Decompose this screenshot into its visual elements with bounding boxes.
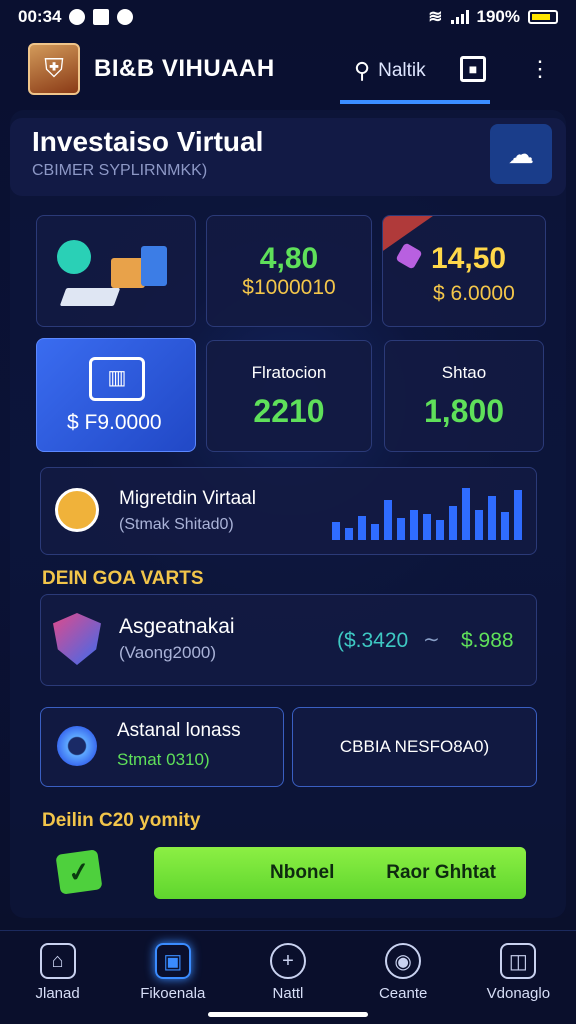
nav-label: Ceante [378,985,428,1002]
app-title: BI&B VIHUAAH [94,55,275,82]
app-header: ⛨ BI&B VIHUAAH ⚲ Naltik ■ ⋮ [0,34,576,104]
asset-row[interactable]: Asgeatnakai (Vaong2000) ($.3420 ∼ $.988 [40,594,537,686]
lens-icon [57,726,97,766]
bottom-nav: ⌂ Jlanad ▣ Fikoenala + Nattl ◉ Ceante ◫ … [0,930,576,1024]
battery-percent: 190% [476,7,520,26]
stat-value: 1,800 [423,392,505,429]
asset-title: Asgeatnakai [119,615,235,638]
nav-item-home[interactable]: ⌂ Jlanad [8,943,108,1002]
stat-value: 2210 [253,392,325,429]
balance-card[interactable]: ▥ $ F9.0000 [36,338,196,452]
search-icon: ⚲ [354,58,371,83]
stat-card-3[interactable]: Flratocion 2210 [206,340,372,452]
section-title: DEIN GOA VARTS [42,568,204,589]
coin-icon [55,488,99,532]
mini-bar-chart [332,470,522,540]
info-card[interactable]: CBBIA NESFO8A0) [292,707,537,787]
stat-value: 4,80 [259,242,319,275]
portfolio-icon: ▣ [154,943,191,979]
wifi-icon: ≋ [428,7,443,26]
nav-label: Fikoenala [140,985,206,1002]
bank-icon: ▥ [89,357,145,401]
promo-card[interactable]: Migretdin Virtaal (Stmak Shitad0) [40,467,537,555]
clock: 00:34 [18,7,62,26]
more-icon[interactable]: ⋮ [527,56,553,82]
nav-item-add[interactable]: + Nattl [238,943,338,1002]
nav-label: Nattl [272,985,304,1002]
status-bar: 00:34 ≋ 190% [0,0,576,34]
action-button[interactable]: Nbonel Raor Ghhtat [154,847,526,899]
scan-card[interactable]: Astanal lonass Stmat 0310) [40,707,284,787]
home-icon: ⌂ [39,943,76,979]
nav-item-portfolio[interactable]: ▣ Fikoenala [123,943,223,1002]
asset-to: $.988 [461,629,514,652]
battery-icon [528,10,558,24]
box-icon [111,258,145,288]
user-icon: ☁ [508,138,534,169]
stat-sub: $ 6.0000 [433,282,515,305]
nav-item-wallet[interactable]: ◫ Vdonaglo [468,943,568,1002]
action-label-right: Raor Ghhtat [386,862,496,883]
asset-from: ($.3420 [337,629,409,652]
action-label-left: Nbonel [270,862,335,883]
window-icon[interactable]: ■ [460,56,486,82]
stat-title: Shtao [441,362,487,382]
stat-card-2[interactable]: 14,50 $ 6.0000 [382,215,546,327]
promo-title: Migretdin Virtaal [119,488,256,509]
home-indicator[interactable] [208,1012,368,1017]
signal-icon [450,10,469,24]
balance-value: $ F9.0000 [67,411,162,434]
media-icon [117,9,134,25]
add-icon: + [269,943,306,979]
card-icon [59,288,121,306]
hero-banner: Investaiso Virtual CBIMER SYPLIRNMKK) ☁ [10,118,566,196]
wave-icon: ∼ [423,629,440,651]
section-title: Deilin C20 yomity [42,810,201,831]
location-icon [69,9,86,25]
page-subtitle: CBIMER SYPLIRNMKK) [32,162,208,179]
scan-title: Astanal lonass [117,720,241,741]
app-logo[interactable]: ⛨ [28,43,80,95]
asset-subtitle: (Vaong2000) [119,643,217,662]
page-title: Investaiso Virtual [32,126,264,157]
stat-title: Flratocion [251,362,327,382]
nav-label: Vdonaglo [486,985,551,1002]
target-icon: ◉ [385,943,422,979]
mail-icon [93,9,110,25]
stat-card-4[interactable]: Shtao 1,800 [384,340,544,452]
nav-item-target[interactable]: ◉ Ceante [353,943,453,1002]
exchange-icon [57,240,91,274]
scan-subtitle: Stmat 0310) [117,750,210,769]
shield-icon [53,613,101,665]
nav-label: Jlanad [35,985,80,1002]
stat-card-1[interactable]: 4,80 $1000010 [206,215,372,327]
illustration-card[interactable] [36,215,196,327]
profile-button[interactable]: ☁ [490,124,552,184]
wallet-icon: ◫ [500,943,537,979]
promo-subtitle: (Stmak Shitad0) [119,516,234,533]
check-icon: ✓ [55,849,103,895]
server-icon [141,246,167,286]
stat-value: 14,50 [431,242,507,275]
info-label: CBBIA NESFO8A0) [339,737,490,756]
gem-icon [395,242,423,270]
stat-sub: $1000010 [242,276,336,299]
search-label: Naltik [378,60,426,81]
